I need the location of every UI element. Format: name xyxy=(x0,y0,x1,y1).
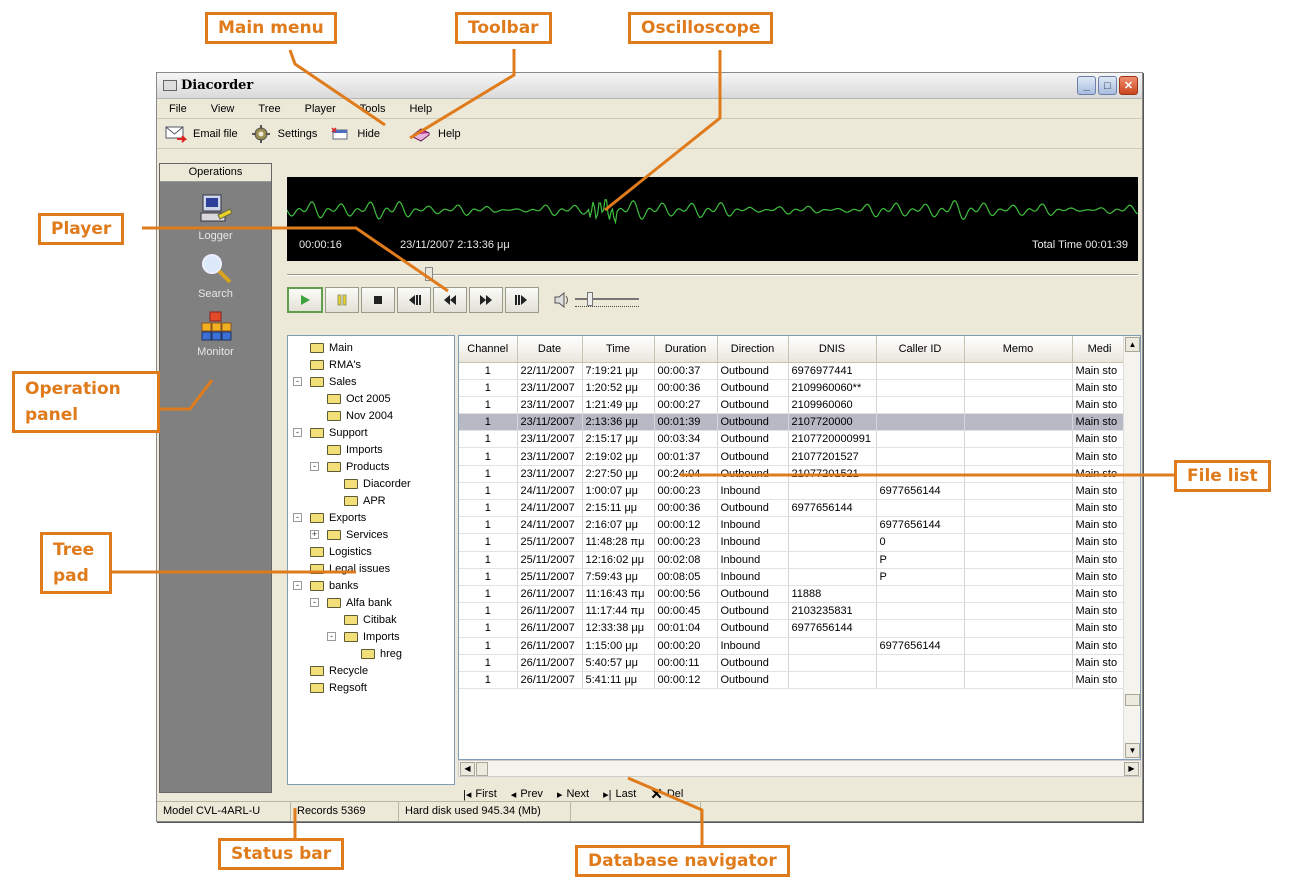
callout-lines xyxy=(112,49,1174,848)
callout-oscilloscope: Oscilloscope xyxy=(628,12,774,44)
callout-tree-pad: Tree pad xyxy=(40,532,112,594)
callout-status-bar: Status bar xyxy=(218,838,345,870)
callout-operation-panel: Operation panel xyxy=(12,371,160,433)
callout-file-list: File list xyxy=(1174,460,1271,492)
callout-database-navigator: Database navigator xyxy=(575,845,790,877)
callout-toolbar: Toolbar xyxy=(455,12,552,44)
callout-main-menu: Main menu xyxy=(205,12,337,44)
callout-player: Player xyxy=(38,213,125,245)
annotated-screenshot: { "window": { "title": "Diacorder" }, "m… xyxy=(0,0,1297,879)
